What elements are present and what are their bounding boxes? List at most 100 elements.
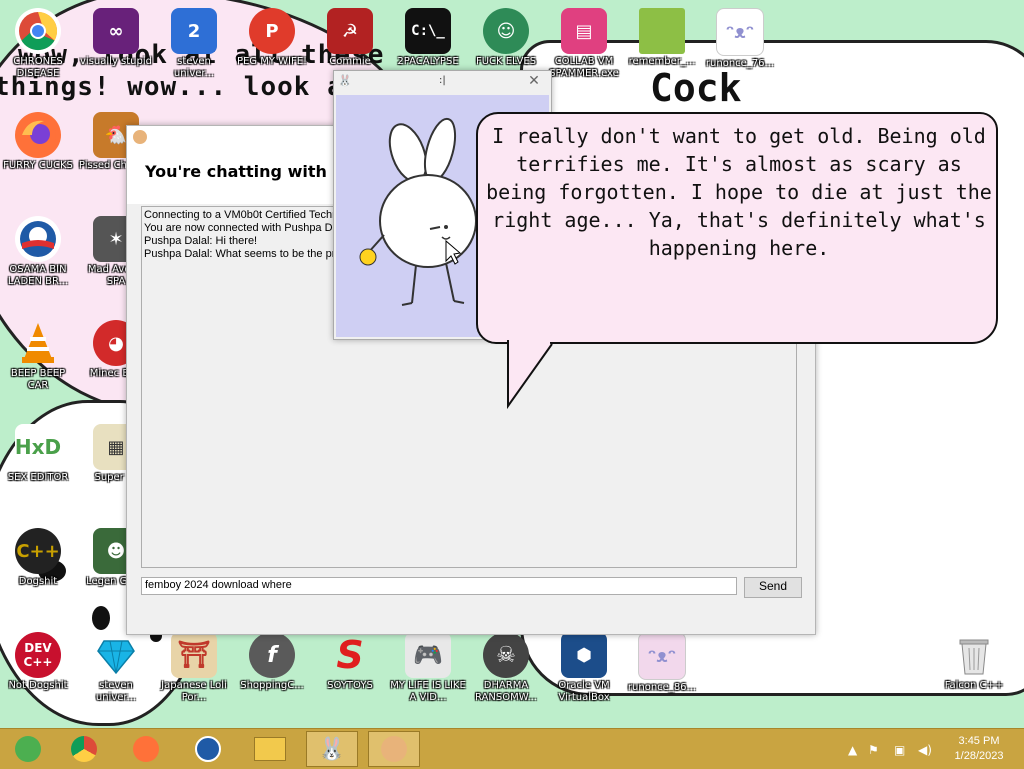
commie-icon: ☭ — [327, 8, 373, 54]
chevron-up-icon[interactable]: ▲ — [848, 743, 857, 757]
taskbar-button-active[interactable]: 🐰 — [306, 731, 358, 767]
desktop-icon-peggle[interactable]: P PEG MY WIFE! — [234, 8, 310, 68]
desktop-icon-dharma[interactable]: ☠ DHARMA RANSOMW... — [468, 632, 544, 704]
steven-universe-icon: 2 — [171, 8, 217, 54]
desktop-icon-label: Commie — [329, 56, 371, 67]
chrome-icon — [15, 8, 61, 54]
taskbar-button[interactable] — [58, 731, 110, 767]
chrome-alt-icon — [15, 736, 41, 762]
desktop-icon-soytoys[interactable]: S SOYTOYS — [312, 632, 388, 692]
close-button[interactable]: ✕ — [521, 73, 547, 89]
support-agent-icon — [381, 736, 407, 762]
dogshit-icon: C++ — [15, 528, 61, 574]
desktop-icon-furry[interactable]: FURRY CUCKS — [0, 112, 76, 172]
taskbar-button[interactable] — [2, 731, 54, 767]
support-agent-icon — [133, 130, 147, 144]
chat-message-input[interactable]: femboy 2024 download where — [141, 577, 737, 595]
bunny-icon: 🐰 — [338, 74, 352, 87]
desktop-icon-label: SEX EDITOR — [7, 472, 69, 483]
desktop-icon-label: ShoppingC... — [240, 680, 304, 691]
desktop-icon-virtualbox[interactable]: ⬢ Oracle VM VirtualBox — [546, 632, 622, 704]
recycle-bin-icon — [951, 632, 997, 678]
desktop-icon-label: Not Dogshit — [8, 680, 68, 691]
desktop-icon-label: MY LIFE IS LIKE A VID... — [390, 680, 466, 703]
bunny-file-icon: ᵔᴥᵔ — [716, 8, 764, 56]
desktop-icon-label: Falcon C++ — [944, 680, 1004, 691]
speech-bubble: I really don't want to get old. Being ol… — [476, 112, 998, 344]
flag-icon[interactable]: ⚑ — [868, 743, 879, 757]
wallpaper-cock-text: Cock — [650, 66, 742, 110]
desktop-icon-label: visually stupid — [80, 56, 152, 67]
desktop-icon-label: Japanese Loli Por... — [161, 680, 227, 703]
desktop-icon-spammer[interactable]: ▤ COLLAB VM SPAMMER.exe — [546, 8, 622, 80]
desktop-icon-steven[interactable]: 2 steven univer... — [156, 8, 232, 80]
taskbar-button[interactable] — [244, 731, 296, 767]
desktop-icon-not-dogshit[interactable]: DEV C++ Not Dogshit — [0, 632, 76, 692]
flash-icon: f — [249, 632, 295, 678]
bunny-file-icon: ᵔᴥᵔ — [638, 632, 686, 680]
desktop-icon-label: runonce_86... — [627, 682, 697, 693]
dev-cpp-icon: DEV C++ — [15, 632, 61, 678]
desktop-icon-2pacalypse[interactable]: C:\_ 2PACALYPSE — [390, 8, 466, 68]
desktop-icon-label: steven univer... — [173, 56, 215, 79]
clock-time: 3:45 PM — [958, 735, 1000, 747]
vlc-icon — [15, 320, 61, 366]
elf-icon: ☺ — [483, 8, 529, 54]
virtualbox-icon: ⬢ — [561, 632, 607, 678]
bunny-icon: 🐰 — [318, 736, 346, 762]
desktop-icon-label: CHRONES DISEASE — [13, 56, 63, 79]
taskbar-button[interactable] — [182, 731, 234, 767]
firefox-icon — [133, 736, 159, 762]
desktop-icon-sex-editor[interactable]: HxD SEX EDITOR — [0, 424, 76, 484]
chrome-icon — [71, 736, 97, 762]
send-button[interactable]: Send — [744, 577, 802, 598]
desktop-icon-falcon[interactable]: Falcon C++ — [936, 632, 1012, 692]
taskbar-button-active[interactable] — [368, 731, 420, 767]
desktop-icon-beep[interactable]: BEEP BEEP CAR — [0, 320, 76, 392]
torii-icon: ⛩ — [171, 632, 217, 678]
skull-icon: ☠ — [483, 632, 529, 678]
speech-bubble-tail — [507, 340, 553, 410]
volume-icon[interactable]: ◀) — [918, 743, 932, 757]
speech-bubble-text: I really don't want to get old. Being ol… — [486, 124, 992, 260]
folder-icon — [639, 8, 685, 54]
bunny-window-titlebar[interactable]: 🐰 :| ✕ — [334, 71, 551, 93]
desktop-icon-elves[interactable]: ☺ FUCK ELVES — [468, 8, 544, 68]
desktop-icon-label: steven univer... — [95, 680, 137, 703]
desktop-icon-commie[interactable]: ☭ Commie — [312, 8, 388, 68]
hxd-icon: HxD — [15, 424, 61, 470]
desktop-icon-visual-studio[interactable]: ∞ visually stupid — [78, 8, 154, 68]
cmd-icon: C:\_ — [405, 8, 451, 54]
desktop-icon-label: SOYTOYS — [327, 680, 373, 691]
taskbar-button[interactable] — [120, 731, 172, 767]
desktop-icon-label: Dogshit — [18, 576, 58, 587]
desktop-icon-runonce-76[interactable]: ᵔᴥᵔ runonce_76... — [702, 8, 778, 70]
desktop-icon-steven-2[interactable]: steven univer... — [78, 632, 154, 704]
desktop-icon-runonce-86[interactable]: ᵔᴥᵔ runonce_86... — [624, 632, 700, 694]
desktop-icon-shopping[interactable]: f ShoppingC... — [234, 632, 310, 692]
clock[interactable]: 3:45 PM 1/28/2023 — [940, 734, 1018, 764]
desktop-icon-label: Oracle VM VirtualBox — [558, 680, 610, 703]
desktop-icon-osama[interactable]: OSAMA BIN LADEN BR... — [0, 216, 76, 288]
obama-icon — [195, 736, 221, 762]
desktop-icon-label: PEG MY WIFE! — [236, 56, 308, 67]
desktop-icon-japanese[interactable]: ⛩ Japanese Loli Por... — [156, 632, 232, 704]
desktop-icon-remember[interactable]: remember_... — [624, 8, 700, 68]
spammer-icon: ▤ — [561, 8, 607, 54]
file-explorer-icon — [254, 737, 286, 761]
desktop-icon-dogshit[interactable]: C++ Dogshit — [0, 528, 76, 588]
obama-icon — [15, 216, 61, 262]
network-icon[interactable]: ▣ — [894, 743, 905, 757]
desktop-icon-chrones[interactable]: CHRONES DISEASE — [0, 8, 76, 80]
desktop-icon-label: 2PACALYPSE — [397, 56, 459, 67]
diamond-icon — [93, 632, 139, 678]
desktop-icon-label: COLLAB VM SPAMMER.exe — [549, 56, 619, 79]
desktop-icon-label: runonce_76... — [705, 58, 775, 69]
peggle-icon: P — [249, 8, 295, 54]
visual-studio-icon: ∞ — [93, 8, 139, 54]
desktop-icon-my-life[interactable]: 🎮 MY LIFE IS LIKE A VID... — [390, 632, 466, 704]
wallpaper-spot — [92, 606, 110, 630]
desktop-icon-label: OSAMA BIN LADEN BR... — [7, 264, 69, 287]
firefox-icon — [15, 112, 61, 158]
desktop-icon-label: DHARMA RANSOMW... — [475, 680, 537, 703]
